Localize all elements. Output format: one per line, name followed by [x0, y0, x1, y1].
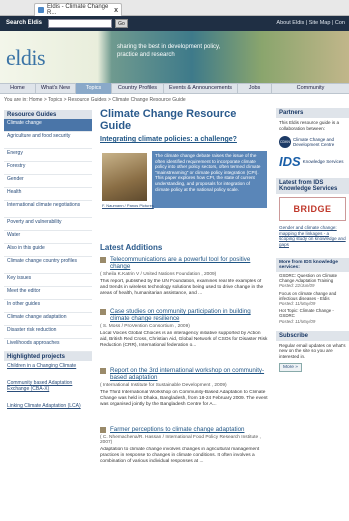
nav-country-profiles[interactable]: Country Profiles — [112, 83, 164, 94]
article-item: Telecommunications are a powerful tool f… — [100, 256, 268, 297]
nav-events[interactable]: Events & Announcements — [164, 83, 238, 94]
article-title-link[interactable]: Telecommunications are a powerful tool f… — [100, 256, 268, 270]
nav-home[interactable]: Home — [0, 83, 36, 94]
partner-ids[interactable]: IDS Knowledge Services — [276, 151, 349, 172]
favicon-icon — [38, 7, 44, 13]
bridge-report-link[interactable]: Gender and climate change: mapping the l… — [276, 224, 349, 248]
more-ids-heading: More from IDS knowledge services: — [276, 258, 349, 272]
bridge-logo[interactable]: BRIDGE — [279, 197, 346, 221]
sidebar-item-climate-change[interactable]: Climate change — [4, 119, 92, 132]
document-icon — [100, 257, 106, 263]
feature-photo[interactable] — [102, 153, 147, 201]
sidebar-section-also-in-guide: Also in this guide — [4, 244, 92, 257]
document-icon — [100, 309, 106, 315]
nav-topics[interactable]: Topics — [76, 83, 112, 94]
sidebar-item-livelihoods[interactable]: Livelihoods approaches — [4, 339, 92, 352]
article-summary: The Third International Workshop on Comm… — [100, 390, 268, 408]
latest-ids-heading: Latest from IDS Knowledge Services — [276, 178, 349, 194]
news-item[interactable]: Hot Topic: Climate Change - GSDRC Posted:… — [276, 307, 349, 325]
projects-heading: Highlighted projects — [4, 352, 92, 361]
sidebar-item-water[interactable]: Water — [4, 231, 92, 244]
article-source: ( International Institute for Sustainabl… — [100, 383, 227, 389]
sidebar-item-meet-editor[interactable]: Meet the editor — [4, 287, 92, 300]
partner-logo-icon: CDKN — [279, 136, 291, 148]
document-icon — [100, 368, 106, 374]
article-summary: Adaptation to climate change involves ch… — [100, 447, 260, 465]
subscribe-heading: Subscribe — [276, 330, 349, 341]
search-label: Search Eldis — [6, 20, 43, 26]
sidebar-item-health[interactable]: Health — [4, 188, 92, 201]
site-tagline: sharing the best in development policy, … — [117, 44, 221, 58]
article-summary: This report, published by the UN Foundat… — [100, 279, 264, 297]
subscribe-text: Regular email updates on what's new on t… — [279, 342, 346, 359]
document-icon — [100, 427, 106, 433]
sidebar-item-disaster-risk[interactable]: Disaster risk reduction — [4, 326, 92, 339]
browser-tab-bar: Eldis - Climate Change R... x — [0, 0, 349, 16]
ids-logo: IDS — [279, 154, 301, 169]
article-title-link[interactable]: Report on the 3rd international workshop… — [100, 367, 268, 381]
article-item: Farmer perceptions to climate change ada… — [100, 426, 268, 465]
close-tab-icon[interactable]: x — [114, 7, 118, 14]
browser-tab[interactable]: Eldis - Climate Change R... x — [34, 3, 122, 16]
article-item: Case studies on community participation … — [100, 308, 268, 349]
right-column: Partners This Eldis resource guide is a … — [276, 108, 349, 374]
site-search-bar: Search Eldis Go About Eldis | Site Map |… — [0, 16, 349, 31]
project-link-cba[interactable]: Community based Adaptation Exchange (CBA… — [4, 378, 92, 401]
nav-community[interactable]: Community — [272, 83, 349, 94]
nav-jobs[interactable]: Jobs — [238, 83, 272, 94]
sidebar-item-energy[interactable]: Energy — [4, 149, 92, 162]
sidebar-item-agriculture[interactable]: Agriculture and food security — [4, 132, 92, 149]
feature-title-link[interactable]: Integrating climate policies: a challeng… — [100, 136, 270, 143]
main-content: Climate Change Resource Guide Integratin… — [100, 108, 270, 464]
sidebar-item-poverty[interactable]: Poverty and vulnerability — [4, 218, 92, 231]
article-summary: Local Voices Global Choices is an intera… — [100, 331, 268, 349]
latest-additions-heading: Latest Additions — [100, 243, 163, 252]
partner-name: Climate Change and Development Centre — [293, 137, 335, 147]
article-title-link[interactable]: Farmer perceptions to climate change ada… — [100, 426, 268, 433]
tab-title: Eldis - Climate Change R... — [47, 4, 109, 16]
site-banner: eldis sharing the best in development po… — [0, 31, 349, 83]
news-item[interactable]: GSDRC: Question on Climate Change Adapta… — [276, 272, 349, 290]
news-item[interactable]: Focus on climate change and infectious d… — [276, 290, 349, 308]
article-source: ( Sheila K.Katrin V / United Nations Fou… — [100, 272, 217, 278]
breadcrumb: You are in: Home > Topics > Resource Gui… — [4, 97, 186, 103]
sidebar-heading: Resource Guides — [4, 110, 92, 119]
eldis-logo[interactable]: eldis — [6, 45, 46, 71]
partner-cdkn[interactable]: CDKN Climate Change and Development Cent… — [276, 133, 349, 151]
page-title: Climate Change Resource Guide — [100, 108, 237, 132]
top-links[interactable]: About Eldis | Site Map | Con — [276, 20, 345, 26]
article-source: ( C. Nhemachena/R. Hassan / Internationa… — [100, 435, 261, 446]
feature-text: The climate change debate raises the iss… — [152, 151, 267, 208]
partners-heading: Partners — [276, 108, 349, 118]
search-go-button[interactable]: Go — [115, 19, 128, 28]
sidebar-item-gender[interactable]: Gender — [4, 175, 92, 188]
article-title-link[interactable]: Case studies on community participation … — [100, 308, 268, 322]
project-link-children[interactable]: Children in a Changing Climate — [4, 361, 92, 378]
nav-whats-new[interactable]: What's New — [36, 83, 76, 94]
photo-credit-link[interactable]: F. Naumann / Panos Pictures — [102, 203, 154, 208]
partners-text: This Eldis resource guide is a collabora… — [279, 120, 340, 131]
project-link-lca[interactable]: Linking Climate Adaptation (LCA) — [4, 401, 92, 418]
sidebar-item-country-profiles[interactable]: Climate change country profiles — [4, 257, 92, 274]
partner-name: Knowledge Services — [302, 159, 344, 164]
feature-box: Integrating climate policies: a challeng… — [100, 136, 270, 208]
main-nav: Home What's New Topics Country Profiles … — [0, 83, 349, 94]
article-item: Report on the 3rd international workshop… — [100, 367, 268, 408]
sidebar-item-forestry[interactable]: Forestry — [4, 162, 92, 175]
sidebar-item-key-issues[interactable]: Key issues — [4, 274, 92, 287]
article-source: ( S. Moss / ProVention Consortium , 2009… — [100, 324, 190, 330]
sidebar-item-negotiations[interactable]: International climate negotiations — [4, 201, 92, 218]
search-input[interactable] — [48, 19, 112, 28]
more-button[interactable]: More » — [279, 363, 302, 373]
left-sidebar: Resource Guides Climate change Agricultu… — [4, 110, 92, 418]
sidebar-item-adaptation[interactable]: Climate change adaptation — [4, 313, 92, 326]
sidebar-section-other-guides: In other guides — [4, 300, 92, 313]
